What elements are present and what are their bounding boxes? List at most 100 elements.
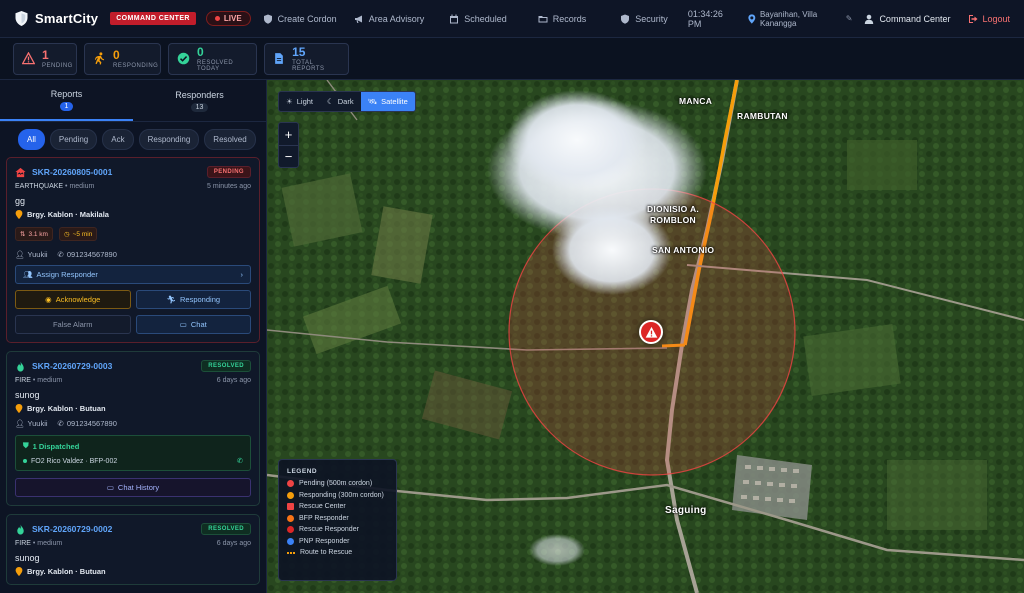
assign-responder-button[interactable]: 👥︎ Assign Responder › (15, 265, 251, 284)
chat-button[interactable]: ▭ Chat (135, 315, 251, 334)
filter-all[interactable]: All (18, 129, 45, 150)
chat-history-label: Chat History (117, 483, 160, 492)
phone-call-icon[interactable]: ✆ (237, 457, 243, 465)
reporter-name: Yuukii (27, 419, 48, 428)
nav-scheduled[interactable]: Scheduled (449, 14, 507, 24)
legend-item-label: Pending (500m cordon) (299, 480, 373, 487)
false-alarm-label: False Alarm (52, 320, 93, 329)
false-alarm-button[interactable]: False Alarm (15, 315, 131, 334)
legend-item: BFP Responder (287, 514, 388, 522)
filter-responding[interactable]: Responding (138, 129, 200, 150)
legend-item: PNP Responder (287, 537, 388, 545)
filter-pending[interactable]: Pending (49, 129, 98, 150)
layer-satellite-button[interactable]: 🛰︎ Satellite (360, 92, 415, 111)
phone-icon: ✆ (57, 250, 64, 259)
legend-title: LEGEND (287, 468, 318, 475)
eye-icon: ◉ (45, 295, 52, 304)
megaphone-icon (354, 15, 362, 23)
layer-dark-button[interactable]: ☾ Dark (320, 92, 361, 111)
acknowledge-button[interactable]: ◉ Acknowledge (15, 290, 131, 309)
distance-chip: ⇅ 3.1 km (15, 227, 53, 241)
status-filters: All Pending Ack Responding Resolved (0, 122, 266, 157)
user-label: Command Center (879, 13, 951, 24)
legend-swatch (287, 480, 294, 487)
legend-item-label: Rescue Responder (299, 526, 359, 533)
logout-button[interactable]: Logout (968, 14, 1010, 24)
report-code[interactable]: SKR-20260729-0002 (15, 523, 112, 535)
legend-swatch (287, 526, 294, 533)
legend-item: Route to Rescue (287, 549, 388, 556)
nav-label: Security (635, 13, 668, 24)
brand[interactable]: SmartCity COMMAND CENTER (14, 10, 196, 27)
stat-total-label: TOTAL REPORTS (292, 59, 325, 72)
nav-create-cordon[interactable]: Create Cordon (263, 14, 337, 24)
legend-item-label: BFP Responder (299, 514, 349, 522)
user-menu[interactable]: Command Center (864, 14, 950, 24)
stat-resolved[interactable]: 0 RESOLVED TODAY (168, 42, 257, 75)
legend-swatch (287, 503, 294, 510)
stat-pending[interactable]: 1 PENDING (13, 42, 77, 75)
zoom-in-button[interactable]: + (279, 123, 298, 145)
reporter-phone-value: 091234567890 (66, 419, 117, 428)
tab-responders[interactable]: Responders 13 (133, 80, 266, 121)
nav-label: Records (552, 13, 587, 24)
stat-total[interactable]: 15 TOTAL REPORTS (264, 42, 349, 75)
stats-bar: 1 PENDING 0 RESPONDING 0 RESOLVED TODAY 15 T… (0, 38, 1024, 80)
edit-pencil-icon[interactable]: ✎ (846, 14, 853, 23)
map-label: SAN ANTONIO (652, 245, 715, 255)
shield-icon (263, 14, 272, 24)
chat-label: Chat (190, 320, 207, 329)
legend-swatch (287, 514, 294, 522)
report-card[interactable]: SKR-20260729-0003 RESOLVED FIRE • medium… (6, 351, 260, 506)
fire-icon (17, 360, 24, 372)
report-time: 6 days ago (216, 540, 251, 547)
chat-history-button[interactable]: ▭ Chat History (15, 478, 251, 497)
location-selector[interactable]: Bayanihan, Villa Kanangga ✎ (748, 10, 852, 28)
incident-marker[interactable] (639, 320, 663, 344)
report-card[interactable]: SKR-20260805-0001 PENDING EARTHQUAKE • m… (6, 157, 260, 343)
reporter-phone[interactable]: ✆ 091234567890 (58, 250, 117, 259)
moon-icon: ☾ (327, 97, 334, 106)
reporter-phone-value: 091234567890 (66, 250, 117, 259)
nav-label: Area Advisory (368, 13, 425, 24)
map-pin-icon (748, 13, 756, 24)
nav-records[interactable]: Records (538, 13, 587, 24)
main-nav: Create Cordon Area Advisory Scheduled Re… (263, 9, 1010, 29)
legend-swatch (287, 551, 295, 554)
stat-resolved-label: RESOLVED TODAY (197, 59, 234, 72)
report-place: Brgy. Kablon · Butuan (27, 404, 106, 413)
filter-ack[interactable]: Ack (102, 129, 134, 150)
responding-button[interactable]: 🏃︎ Responding (135, 290, 251, 309)
map-label: DIONISIO A. ROMBLON (646, 204, 700, 225)
report-card[interactable]: SKR-20260729-0002 RESOLVED FIRE • medium… (6, 514, 260, 585)
stat-responding[interactable]: 0 RESPONDING (84, 42, 161, 75)
map-layer-switcher: ☀ Light ☾ Dark 🛰︎ Satellite (278, 91, 416, 112)
command-center-badge: COMMAND CENTER (110, 12, 196, 25)
report-place: Brgy. Kablon · Butuan (27, 567, 106, 576)
nav-area-advisory[interactable]: Area Advisory (354, 13, 425, 24)
report-type: FIRE (15, 540, 31, 547)
responding-label: Responding (180, 295, 221, 304)
nav-security[interactable]: Security (620, 14, 668, 24)
legend-item-label: Rescue Center (299, 503, 346, 510)
tab-reports[interactable]: Reports 1 (0, 80, 133, 121)
report-severity: medium (69, 183, 95, 190)
dispatched-unit: FO2 Rico Valdez · BFP-002 (31, 457, 118, 465)
reporter-phone[interactable]: ✆ 091234567890 (58, 419, 117, 428)
legend-item: Rescue Responder (287, 526, 388, 533)
layer-light-button[interactable]: ☀ Light (279, 92, 320, 111)
report-code[interactable]: SKR-20260805-0001 (15, 167, 112, 178)
legend-item-label: Route to Rescue (300, 549, 353, 556)
stat-responding-value: 0 (113, 47, 120, 62)
running-person-icon (93, 52, 106, 66)
stat-resolved-value: 0 (197, 44, 204, 59)
satellite-map[interactable]: MANCA RAMBUTAN DIONISIO A. ROMBLON SAN A… (267, 80, 1024, 593)
report-code[interactable]: SKR-20260729-0003 (15, 360, 112, 372)
filter-resolved[interactable]: Resolved (204, 129, 256, 150)
user-icon: 👤︎ (15, 419, 25, 428)
status-badge: RESOLVED (201, 523, 251, 535)
status-badge: PENDING (206, 166, 251, 178)
status-badge: RESOLVED (201, 360, 251, 372)
user-icon: 👤︎ (15, 250, 25, 259)
zoom-out-button[interactable]: − (279, 145, 298, 167)
